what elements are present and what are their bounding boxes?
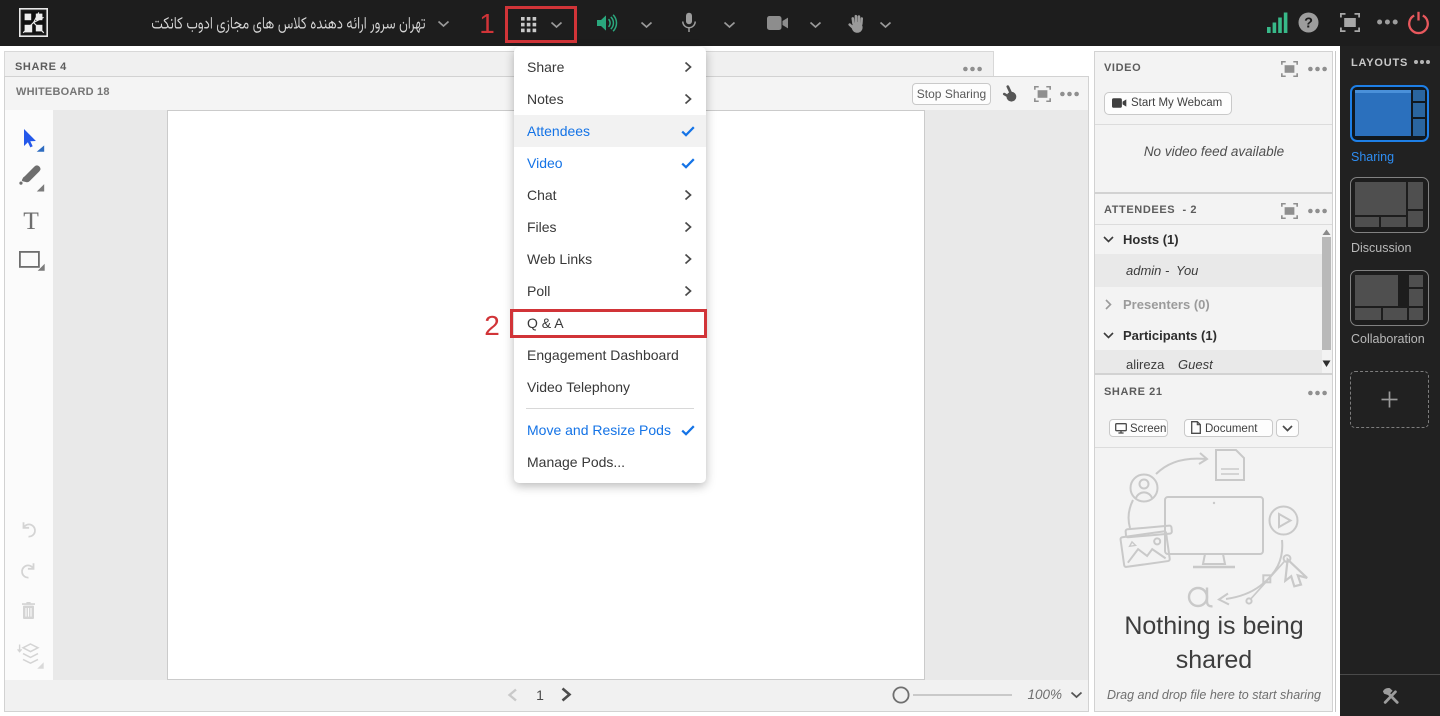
svg-text:?: ? — [1304, 16, 1313, 32]
